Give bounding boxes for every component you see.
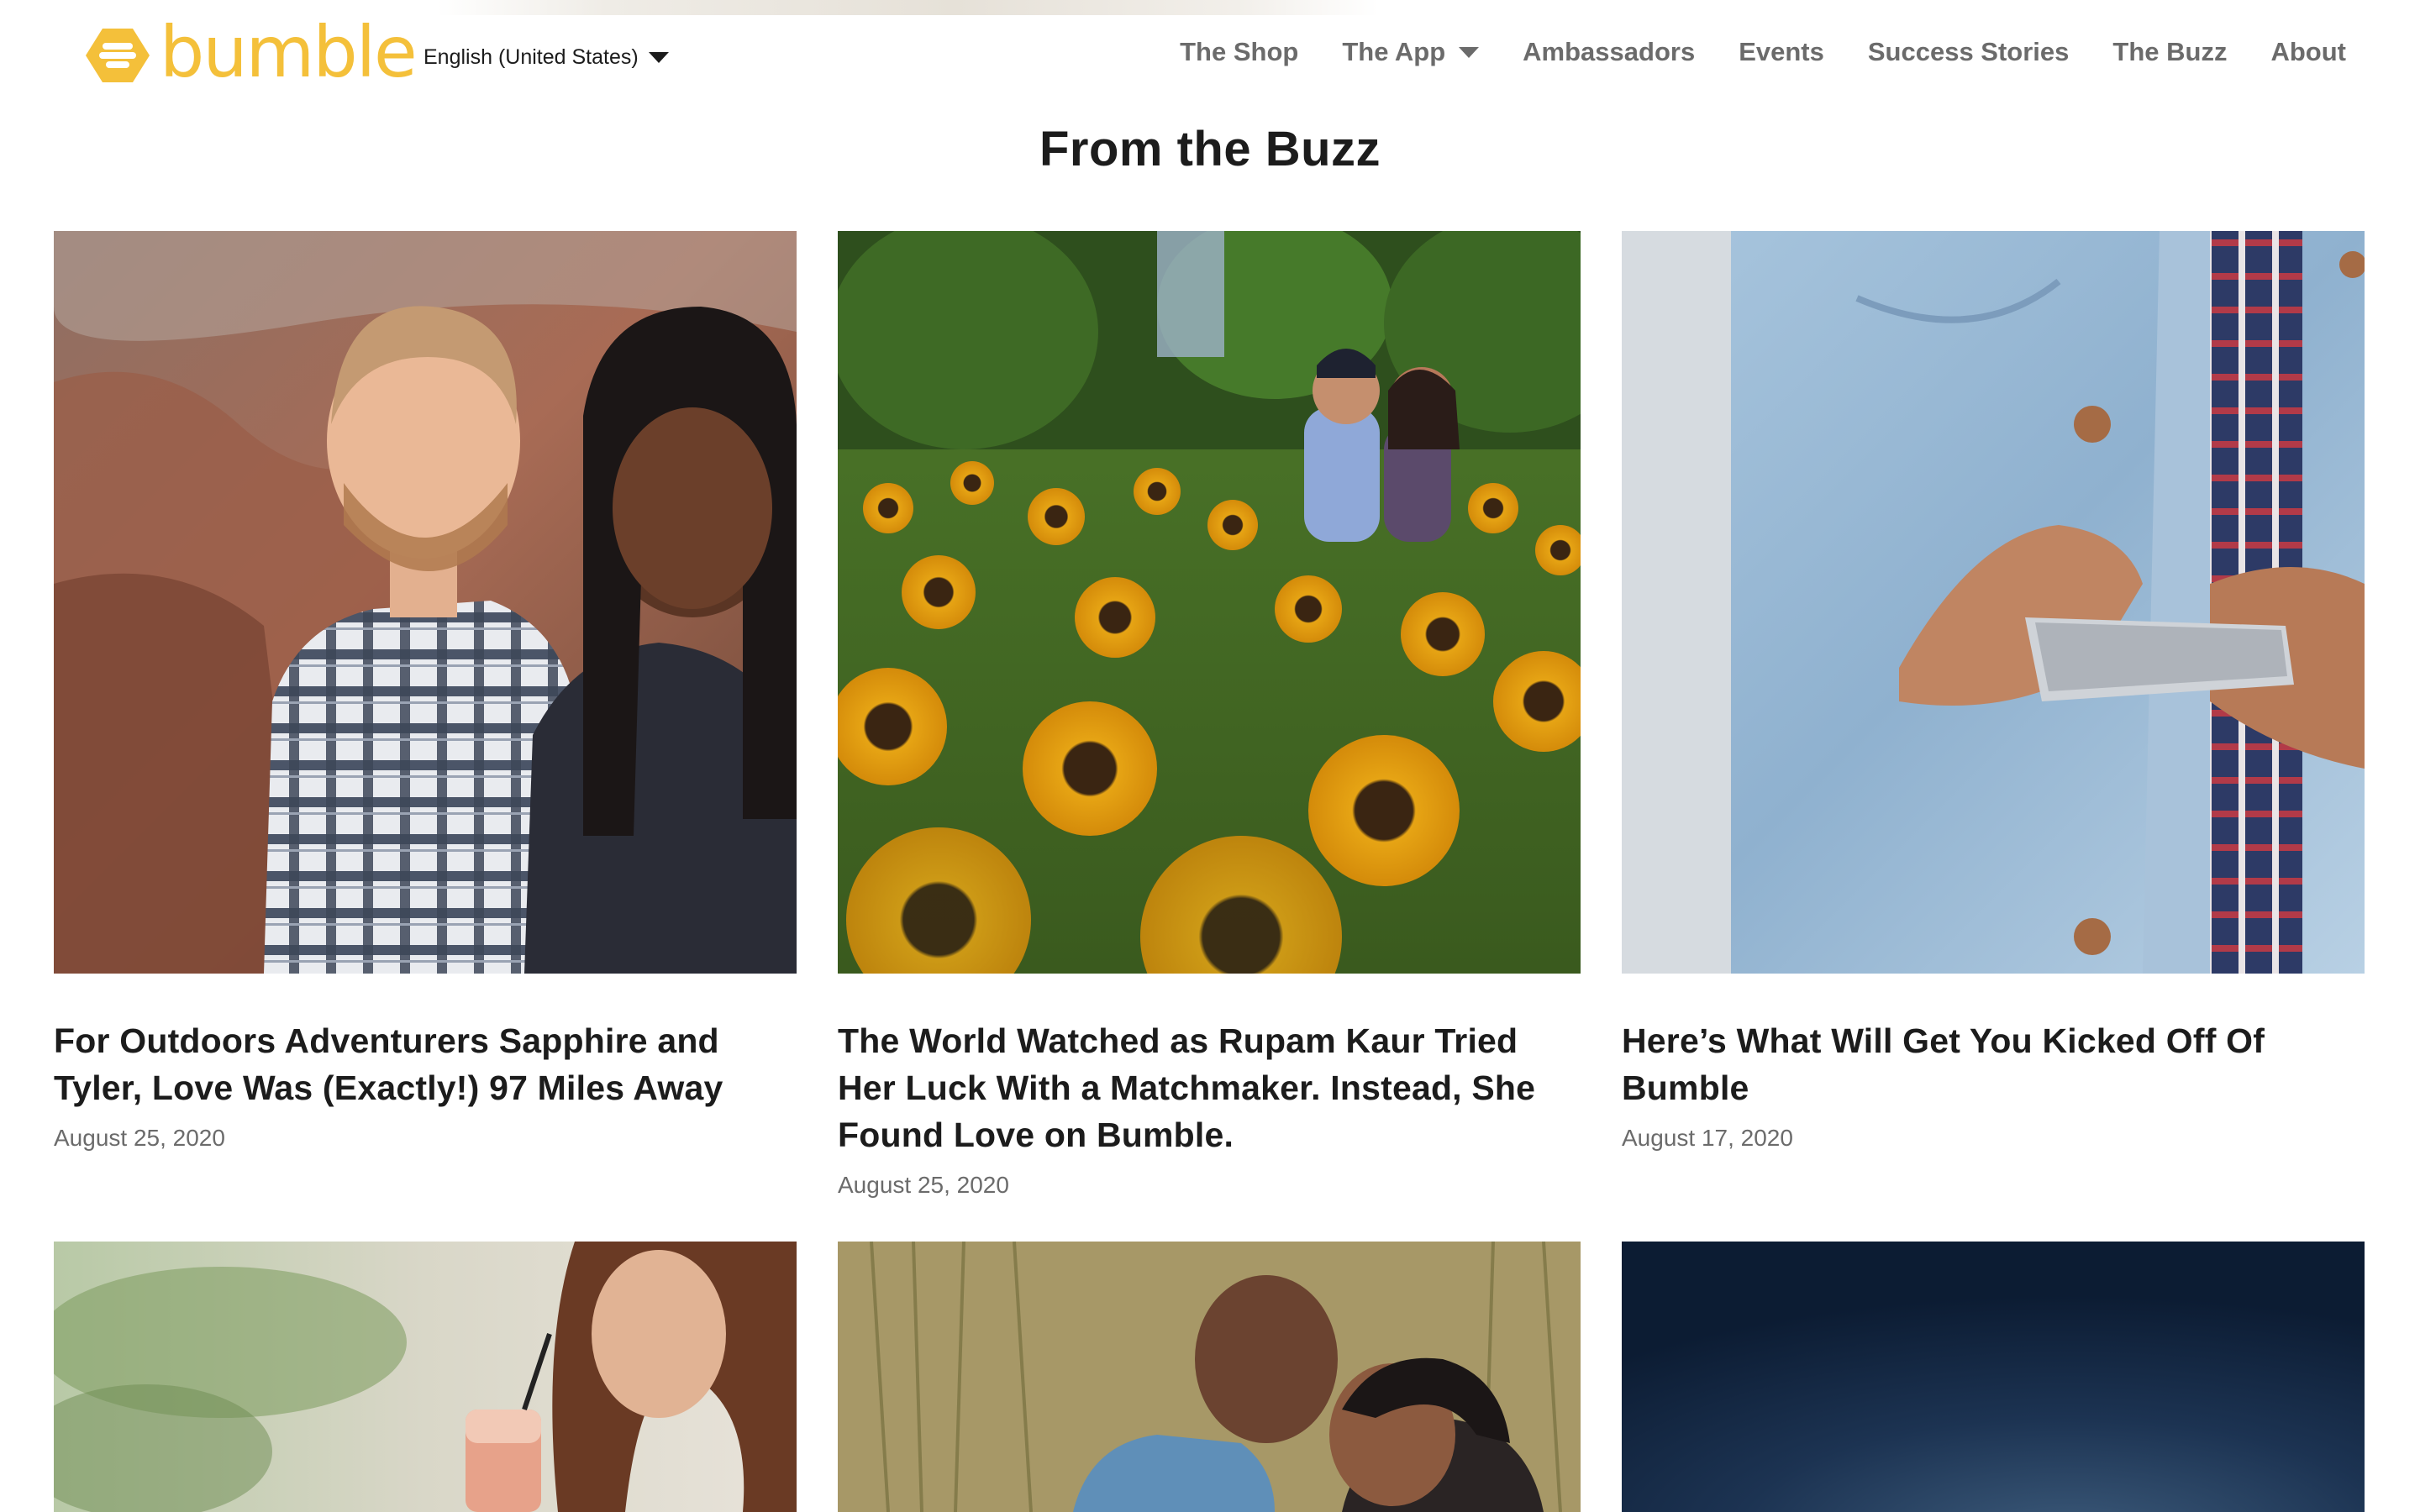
language-selector[interactable]: English (United States) (424, 45, 669, 70)
logo-wordmark: bumble (160, 11, 418, 93)
nav-label: The Shop (1180, 37, 1299, 66)
article-card[interactable] (1622, 1242, 2365, 1512)
nav-item-the-app[interactable]: The App (1342, 37, 1480, 67)
article-date: August 25, 2020 (838, 1172, 1009, 1198)
nav-item-the-buzz[interactable]: The Buzz (2112, 37, 2227, 67)
nav-label: Ambassadors (1523, 37, 1696, 66)
couple-sunflower-field-photo (838, 231, 1581, 974)
article-date: August 25, 2020 (54, 1125, 225, 1151)
article-image[interactable] (1622, 231, 2365, 974)
couple-kissing-grass-photo (838, 1242, 1581, 1512)
nav-item-about[interactable]: About (2270, 37, 2346, 67)
main-nav: The Shop The App Ambassadors Events Succ… (1180, 37, 2346, 67)
nav-item-the-shop[interactable]: The Shop (1180, 37, 1298, 67)
nav-label: The App (1342, 37, 1446, 66)
article-card[interactable] (838, 1242, 1581, 1512)
woman-with-drink-photo (54, 1242, 797, 1512)
denim-jacket-phone-photo (1622, 231, 2365, 974)
nav-label: About (2270, 37, 2346, 66)
nav-item-success-stories[interactable]: Success Stories (1868, 37, 2070, 67)
nav-label: Events (1739, 37, 1824, 66)
article-image[interactable] (838, 1242, 1581, 1512)
article-card[interactable]: For Outdoors Adventurers Sapphire and Ty… (54, 231, 797, 1152)
nav-label: The Buzz (2112, 37, 2228, 66)
section-title: From the Buzz (1039, 122, 1381, 176)
site-header: bumble English (United States) The Shop … (0, 0, 2420, 109)
couple-canyon-photo (54, 231, 797, 974)
chevron-down-icon (1459, 46, 1480, 58)
article-image[interactable] (54, 231, 797, 974)
article-image[interactable] (838, 231, 1581, 974)
article-date: August 17, 2020 (1622, 1125, 1793, 1151)
nav-item-ambassadors[interactable]: Ambassadors (1523, 37, 1695, 67)
night-sky-photo (1622, 1242, 2365, 1512)
article-title[interactable]: For Outdoors Adventurers Sapphire and Ty… (54, 1017, 797, 1111)
chevron-down-icon (648, 52, 669, 63)
article-image[interactable] (54, 1242, 797, 1512)
article-title[interactable]: Here’s What Will Get You Kicked Off Of B… (1622, 1017, 2365, 1111)
bumble-hive-icon (86, 29, 150, 82)
article-card[interactable]: The World Watched as Rupam Kaur Tried He… (838, 231, 1581, 1199)
article-title[interactable]: The World Watched as Rupam Kaur Tried He… (838, 1017, 1581, 1158)
language-label: English (United States) (424, 45, 639, 69)
bumble-logo[interactable]: bumble (84, 17, 418, 89)
nav-label: Success Stories (1867, 37, 2070, 66)
article-image[interactable] (1622, 1242, 2365, 1512)
article-card[interactable]: Here’s What Will Get You Kicked Off Of B… (1622, 231, 2365, 1152)
nav-item-events[interactable]: Events (1739, 37, 1824, 67)
article-card[interactable] (54, 1242, 797, 1512)
